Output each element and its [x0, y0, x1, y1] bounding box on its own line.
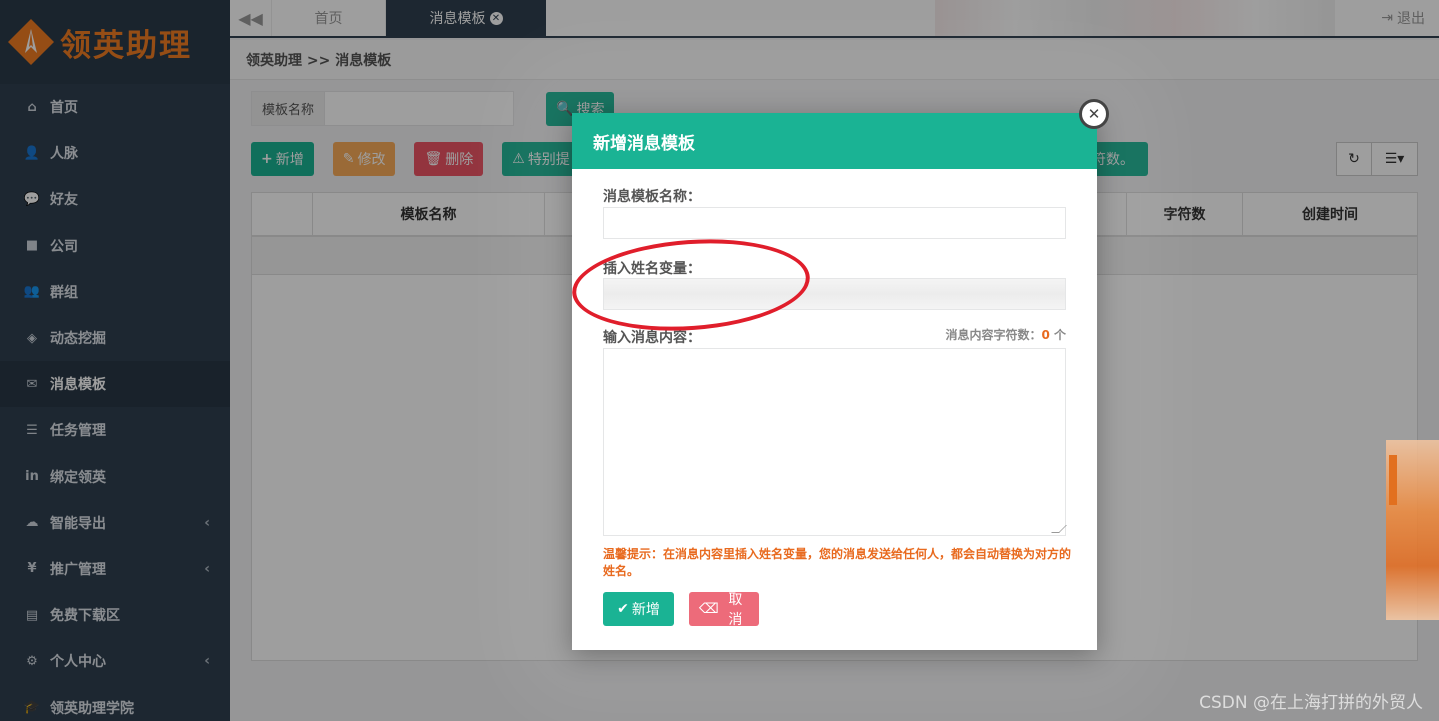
char-counter: 消息内容字符数：0 个 [945, 326, 1066, 343]
cancel-label: 取消 [728, 592, 743, 628]
template-name-label: 消息模板名称： [603, 189, 701, 205]
check-icon: ✔ [617, 601, 629, 617]
watermark: CSDN @在上海打拼的外贸人 [1199, 693, 1423, 713]
hint-text: 温馨提示：在消息内容里插入姓名变量，您的消息发送给任何人，都会自动替换为对方的姓… [603, 547, 1072, 578]
modal-title: 新增消息模板 [593, 133, 695, 154]
char-counter-unit: 个 [1049, 328, 1066, 342]
modal-close-button[interactable]: ✕ [1079, 99, 1109, 129]
eraser-icon: ⌫ [699, 601, 719, 617]
char-counter-value: 0 [1041, 328, 1050, 342]
char-counter-prefix: 消息内容字符数： [945, 328, 1042, 342]
submit-add-label: 新增 [631, 602, 660, 618]
message-content-textarea[interactable] [603, 348, 1067, 536]
close-icon: ✕ [1087, 105, 1101, 123]
resize-handle-icon[interactable] [1051, 525, 1067, 533]
add-template-modal: 新增消息模板 消息模板名称： 插入姓名变量： 输入消息内容： 消息内容字符数：0… [572, 113, 1097, 650]
blurred-side-accent [1389, 455, 1397, 505]
modal-header: 新增消息模板 [572, 113, 1097, 169]
template-name-input[interactable] [603, 207, 1066, 239]
modal-actions: ✔ 新增 ⌫ 取消 [603, 592, 759, 628]
submit-add-button[interactable]: ✔ 新增 [603, 592, 674, 626]
cancel-button[interactable]: ⌫ 取消 [689, 592, 759, 628]
